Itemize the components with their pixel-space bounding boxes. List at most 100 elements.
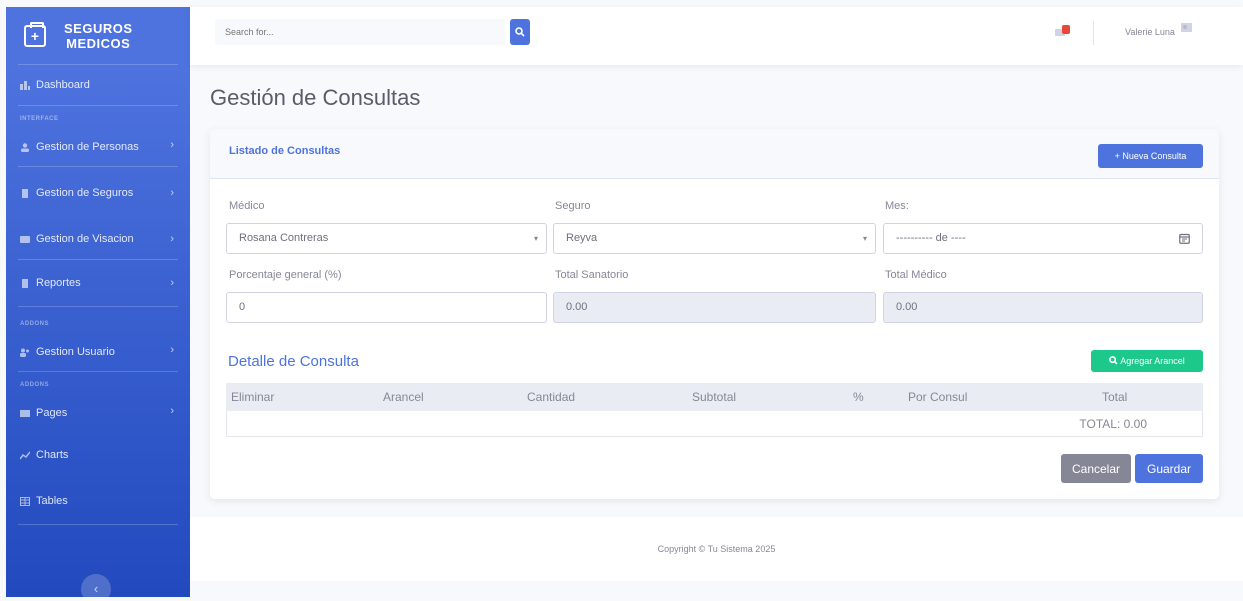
search-button[interactable]: [510, 19, 530, 45]
medico-label: Médico: [229, 200, 265, 212]
sidebar-item-label: Dashboard: [36, 79, 90, 91]
table-icon: [20, 496, 30, 506]
new-consulta-button[interactable]: + Nueva Consulta: [1098, 144, 1203, 168]
mes-input-value: ---------- de ----: [896, 232, 966, 244]
card-title: Listado de Consultas: [229, 145, 341, 157]
table-header: Eliminar Arancel Cantidad Subtotal % Por…: [226, 383, 1203, 411]
column-header: Subtotal: [692, 390, 737, 404]
sidebar-item-label: Gestion de Personas: [36, 141, 139, 153]
dashboard-icon: [20, 80, 30, 90]
user-icon: [21, 142, 29, 152]
chevron-down-icon: ▾: [533, 234, 538, 243]
column-header: Eliminar: [231, 390, 275, 404]
sidebar-heading-addons: ADDONS: [20, 382, 50, 388]
topbar: Valerie Luna: [190, 7, 1243, 65]
sidebar-item-reportes[interactable]: Reportes ›: [6, 260, 190, 306]
total-medico-label: Total Médico: [885, 269, 947, 281]
sidebar-item-seguros[interactable]: Gestion de Seguros ›: [6, 167, 190, 219]
column-header: Total: [1102, 390, 1128, 404]
sidebar-item-personas[interactable]: Gestion de Personas ›: [6, 128, 190, 166]
chevron-right-icon: ›: [170, 233, 174, 245]
total-text: TOTAL: 0.00: [1079, 417, 1147, 431]
doc-icon: [22, 278, 28, 288]
sidebar-divider: [18, 524, 178, 525]
add-arancel-button[interactable]: Agregar Arancel: [1091, 350, 1203, 372]
sidebar-item-visacion[interactable]: Gestion de Visacion ›: [6, 219, 190, 259]
chevron-right-icon: ›: [170, 405, 174, 417]
column-header: %: [853, 390, 864, 404]
sidebar-item-label: Pages: [36, 407, 68, 419]
chart-icon: [20, 451, 30, 459]
sidebar-item-charts[interactable]: Charts: [6, 432, 190, 478]
alerts-badge: [1062, 25, 1070, 34]
calendar-icon[interactable]: [1179, 233, 1190, 244]
copyright-text: Copyright © Tu Sistema 2025: [657, 544, 776, 554]
search-input[interactable]: [215, 19, 505, 45]
folder-icon: [20, 409, 30, 417]
brand-line2: MEDICOS: [66, 35, 131, 51]
sidebar-divider: [18, 105, 178, 106]
sidebar-item-label: Gestion Usuario: [36, 346, 115, 358]
search-icon: [1109, 356, 1118, 365]
search-box: [215, 19, 505, 45]
file-icon: [22, 188, 28, 198]
column-header: Cantidad: [527, 390, 576, 404]
total-sanatorio-value: 0.00: [566, 301, 588, 313]
column-header: Arancel: [383, 390, 424, 404]
main-content: Gestión de Consultas Listado de Consulta…: [190, 65, 1243, 597]
sidebar-heading-interface: INTERFACE: [20, 116, 59, 122]
total-sanatorio-label: Total Sanatorio: [555, 269, 629, 281]
chevron-left-icon: ‹: [93, 581, 99, 596]
sidebar-item-label: Gestion de Visacion: [36, 233, 134, 245]
alerts-button[interactable]: [1055, 25, 1070, 39]
mes-label: Mes:: [885, 200, 909, 212]
porcentaje-input[interactable]: 0: [226, 292, 547, 323]
column-header: Por Consul: [908, 390, 968, 404]
total-medico-field: 0.00: [883, 292, 1203, 323]
card-header: Listado de Consultas + Nueva Consulta: [210, 129, 1219, 179]
sidebar-item-label: Gestion de Seguros: [36, 187, 134, 199]
sidebar-item-pages[interactable]: Pages ›: [6, 394, 190, 432]
cancel-button[interactable]: Cancelar: [1061, 454, 1131, 483]
sidebar-item-gestion-usuario[interactable]: Gestion Usuario ›: [6, 333, 190, 371]
seguro-select[interactable]: Reyva ▾: [553, 223, 876, 254]
porcentaje-value: 0: [239, 301, 246, 313]
sidebar-item-label: Tables: [36, 495, 68, 507]
seguro-label: Seguro: [555, 200, 591, 212]
table-total-row: TOTAL: 0.00: [226, 411, 1203, 437]
sidebar-toggle-button[interactable]: ‹: [81, 574, 111, 601]
seguro-select-value: Reyva: [566, 232, 598, 244]
total-sanatorio-field: 0.00: [553, 292, 876, 323]
medico-select[interactable]: Rosana Contreras ▾: [226, 223, 547, 254]
avatar[interactable]: [1178, 19, 1196, 37]
user-name[interactable]: Valerie Luna: [1125, 27, 1175, 37]
sidebar-heading-addons: ADDONS: [20, 321, 50, 327]
sidebar-item-tables[interactable]: Tables: [6, 478, 190, 524]
sidebar-brand[interactable]: + SEGUROS MEDICOS: [6, 7, 190, 64]
sidebar-divider: [18, 371, 178, 372]
sidebar-item-dashboard[interactable]: Dashboard: [6, 65, 190, 105]
footer: Copyright © Tu Sistema 2025: [190, 517, 1243, 581]
chevron-right-icon: ›: [170, 344, 174, 356]
detalle-title: Detalle de Consulta: [228, 353, 359, 370]
save-button[interactable]: Guardar: [1135, 454, 1203, 483]
detalle-table: Eliminar Arancel Cantidad Subtotal % Por…: [226, 383, 1203, 437]
search-icon: [515, 27, 525, 37]
chevron-right-icon: ›: [170, 187, 174, 199]
sidebar: + SEGUROS MEDICOS Dashboard INTERFACE Ge…: [6, 7, 190, 601]
consultas-card: Listado de Consultas + Nueva Consulta Mé…: [210, 129, 1219, 499]
add-arancel-label: Agregar Arancel: [1120, 356, 1185, 366]
medkit-icon: +: [24, 21, 46, 47]
sidebar-item-label: Reportes: [36, 277, 81, 289]
medico-select-value: Rosana Contreras: [239, 232, 329, 244]
users-icon: [20, 348, 29, 357]
page-title: Gestión de Consultas: [210, 85, 421, 110]
chevron-right-icon: ›: [170, 139, 174, 151]
card-icon: [20, 235, 30, 243]
porcentaje-label: Porcentaje general (%): [229, 269, 342, 281]
sidebar-item-label: Charts: [36, 449, 69, 461]
brand-line1: SEGUROS: [64, 20, 133, 36]
chevron-right-icon: ›: [170, 277, 174, 289]
mes-input[interactable]: ---------- de ----: [883, 223, 1203, 254]
sidebar-divider: [18, 306, 178, 307]
